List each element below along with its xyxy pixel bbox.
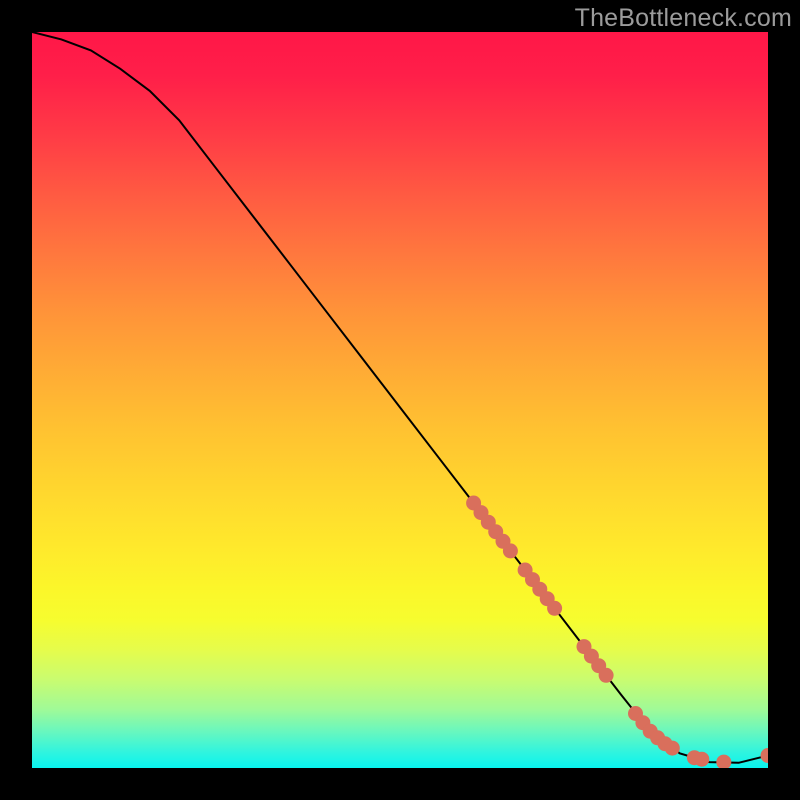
bottleneck-curve	[32, 32, 768, 763]
data-point	[694, 752, 709, 767]
chart-svg	[32, 32, 768, 768]
watermark-text: TheBottleneck.com	[575, 4, 792, 33]
scatter-dots	[466, 496, 768, 769]
data-point	[547, 601, 562, 616]
data-point	[761, 748, 769, 763]
data-point	[716, 755, 731, 768]
chart-frame: TheBottleneck.com	[0, 0, 800, 800]
data-point	[503, 543, 518, 558]
data-point	[599, 668, 614, 683]
data-point	[665, 741, 680, 756]
plot-area	[32, 32, 768, 768]
